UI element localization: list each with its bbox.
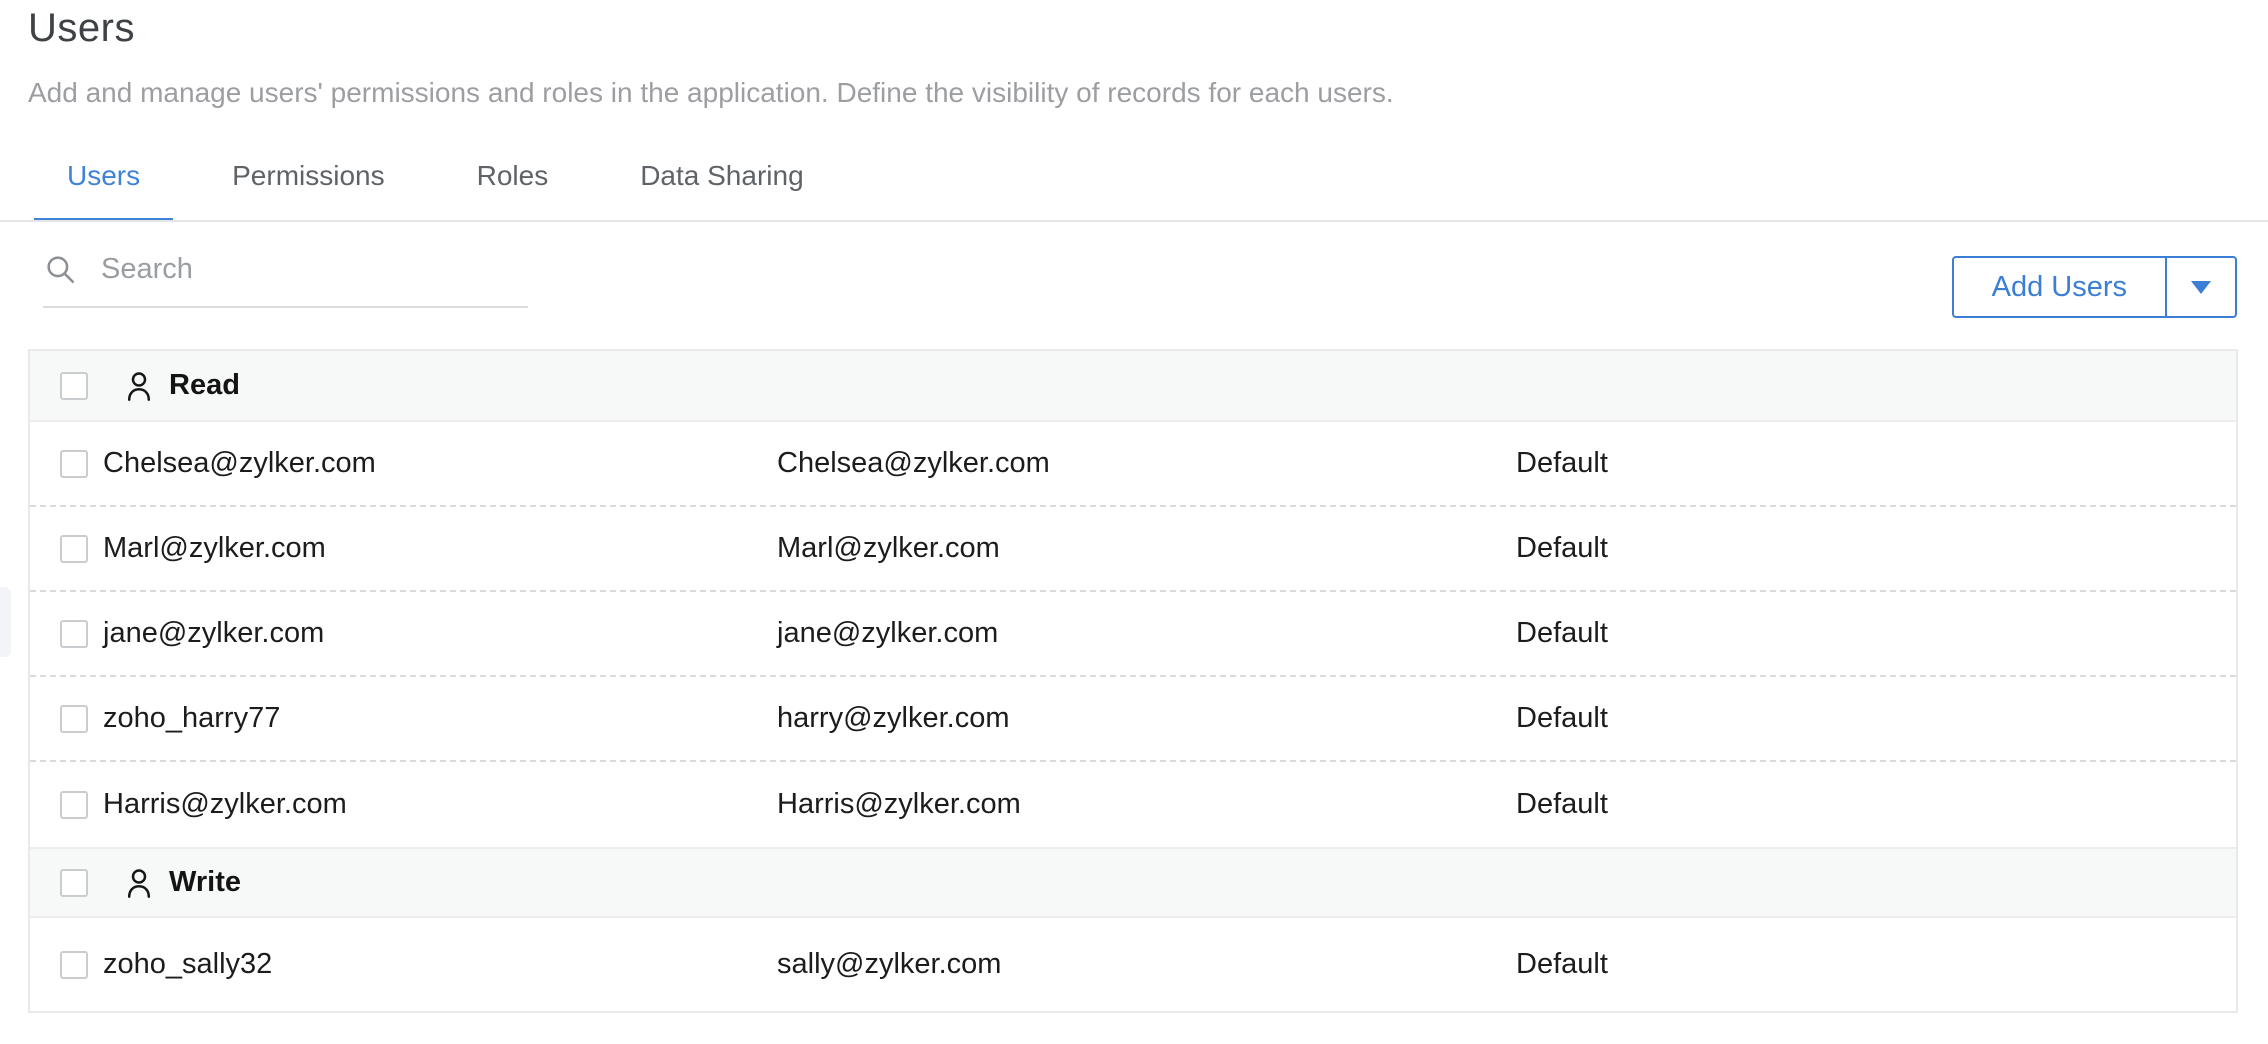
page-header: Users Add and manage users' permissions …	[28, 6, 1394, 109]
row-checkbox[interactable]	[60, 620, 88, 648]
row-checkbox[interactable]	[60, 535, 88, 563]
table-row[interactable]: Chelsea@zylker.com Chelsea@zylker.com De…	[30, 422, 2236, 507]
table-row[interactable]: jane@zylker.com jane@zylker.com Default	[30, 592, 2236, 677]
row-checkbox[interactable]	[60, 951, 88, 979]
table-row[interactable]: Marl@zylker.com Marl@zylker.com Default	[30, 507, 2236, 592]
tab-permissions[interactable]: Permissions	[199, 160, 417, 220]
group-header-read: Read	[30, 351, 2236, 422]
side-panel-handle[interactable]	[0, 587, 11, 657]
user-email: harry@zylker.com	[777, 702, 1516, 735]
search-icon	[43, 252, 77, 286]
user-name: zoho_sally32	[103, 948, 777, 981]
users-settings-page: Users Add and manage users' permissions …	[0, 0, 2268, 1044]
row-checkbox[interactable]	[60, 705, 88, 733]
row-checkbox[interactable]	[60, 450, 88, 478]
group-select-checkbox[interactable]	[60, 372, 88, 400]
tab-roles[interactable]: Roles	[444, 160, 582, 220]
user-email: Harris@zylker.com	[777, 788, 1516, 821]
user-role: Default	[1516, 447, 2236, 480]
user-role: Default	[1516, 532, 2236, 565]
user-role: Default	[1516, 617, 2236, 650]
table-row[interactable]: zoho_harry77 harry@zylker.com Default	[30, 677, 2236, 762]
group-header-write: Write	[30, 847, 2236, 918]
group-label: Write	[169, 866, 241, 899]
add-users-button[interactable]: Add Users	[1954, 258, 2165, 316]
chevron-down-icon	[2191, 281, 2211, 294]
page-subtitle: Add and manage users' permissions and ro…	[28, 77, 1394, 109]
add-users-split-button: Add Users	[1952, 256, 2237, 318]
user-role: Default	[1516, 788, 2236, 821]
user-name: Marl@zylker.com	[103, 532, 777, 565]
group-label: Read	[169, 369, 240, 402]
user-name: zoho_harry77	[103, 702, 777, 735]
table-row[interactable]: zoho_sally32 sally@zylker.com Default	[30, 918, 2236, 1011]
tabs-bar: Users Permissions Roles Data Sharing	[34, 160, 863, 220]
user-role: Default	[1516, 948, 2236, 981]
user-email: Chelsea@zylker.com	[777, 447, 1516, 480]
row-checkbox[interactable]	[60, 791, 88, 819]
search-box	[43, 252, 528, 308]
search-input[interactable]	[101, 253, 481, 286]
user-email: sally@zylker.com	[777, 948, 1516, 981]
user-email: jane@zylker.com	[777, 617, 1516, 650]
tab-users[interactable]: Users	[34, 160, 173, 220]
user-name: jane@zylker.com	[103, 617, 777, 650]
add-users-dropdown-button[interactable]	[2165, 258, 2235, 316]
user-role: Default	[1516, 702, 2236, 735]
group-select-checkbox[interactable]	[60, 869, 88, 897]
user-email: Marl@zylker.com	[777, 532, 1516, 565]
person-icon	[123, 369, 155, 403]
tabs-divider	[0, 220, 2268, 222]
users-table: Read Chelsea@zylker.com Chelsea@zylker.c…	[28, 349, 2238, 1013]
page-title: Users	[28, 6, 1394, 51]
table-row[interactable]: Harris@zylker.com Harris@zylker.com Defa…	[30, 762, 2236, 847]
user-name: Chelsea@zylker.com	[103, 447, 777, 480]
user-name: Harris@zylker.com	[103, 788, 777, 821]
tab-data-sharing[interactable]: Data Sharing	[607, 160, 836, 220]
person-icon	[123, 866, 155, 900]
